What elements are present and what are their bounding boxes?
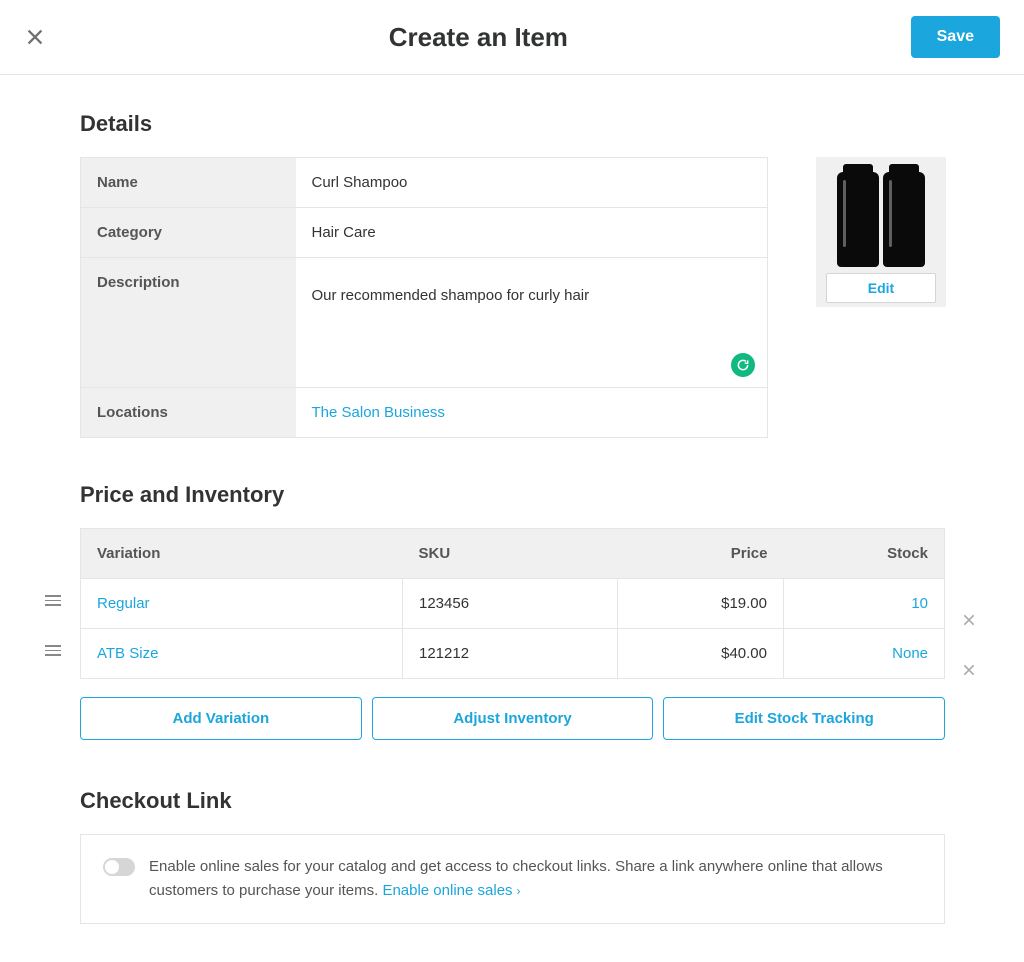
item-image — [826, 167, 936, 267]
price-cell[interactable]: $40.00 — [618, 629, 784, 679]
price-inventory-section: Price and Inventory Variation SKU Price … — [80, 482, 976, 740]
details-section: Details Name Category Description — [80, 111, 976, 438]
save-button[interactable]: Save — [911, 16, 1000, 58]
table-row: Regular 123456 $19.00 10 — [81, 579, 945, 629]
item-image-card: Edit — [816, 157, 946, 307]
table-row: ATB Size 121212 $40.00 None — [81, 629, 945, 679]
checkout-section: Checkout Link Enable online sales for yo… — [80, 788, 976, 924]
price-inventory-heading: Price and Inventory — [80, 482, 976, 508]
stock-link[interactable]: 10 — [911, 595, 928, 612]
enable-online-sales-link[interactable]: Enable online sales› — [382, 882, 520, 899]
adjust-inventory-button[interactable]: Adjust Inventory — [372, 697, 654, 740]
variation-table: Variation SKU Price Stock Regular 123456… — [80, 528, 945, 679]
variation-link[interactable]: ATB Size — [97, 645, 158, 662]
sku-cell[interactable]: 121212 — [403, 629, 618, 679]
close-icon[interactable] — [24, 26, 46, 48]
sku-cell[interactable]: 123456 — [403, 579, 618, 629]
label-locations: Locations — [81, 388, 296, 438]
online-sales-toggle[interactable] — [103, 858, 135, 876]
description-field[interactable] — [312, 287, 752, 355]
variation-link[interactable]: Regular — [97, 595, 150, 612]
stock-link[interactable]: None — [892, 645, 928, 662]
col-variation: Variation — [81, 529, 403, 579]
details-table: Name Category Description — [80, 157, 768, 438]
checkout-text: Enable online sales for your catalog and… — [149, 855, 922, 903]
checkout-box: Enable online sales for your catalog and… — [80, 834, 945, 924]
page-title: Create an Item — [46, 22, 911, 53]
price-cell[interactable]: $19.00 — [618, 579, 784, 629]
drag-handle-icon[interactable] — [45, 595, 65, 606]
delete-row-icon[interactable] — [961, 662, 977, 682]
edit-image-button[interactable]: Edit — [826, 273, 936, 303]
category-field[interactable] — [312, 224, 752, 241]
grammarly-icon[interactable] — [731, 353, 755, 377]
label-category: Category — [81, 208, 296, 258]
add-variation-button[interactable]: Add Variation — [80, 697, 362, 740]
col-sku: SKU — [403, 529, 618, 579]
name-field[interactable] — [312, 174, 752, 191]
page-header: Create an Item Save — [0, 0, 1024, 75]
locations-link[interactable]: The Salon Business — [312, 404, 445, 421]
label-name: Name — [81, 158, 296, 208]
delete-row-icon[interactable] — [961, 612, 977, 632]
edit-stock-tracking-button[interactable]: Edit Stock Tracking — [663, 697, 945, 740]
chevron-right-icon: › — [517, 884, 521, 898]
label-description: Description — [81, 258, 296, 388]
checkout-heading: Checkout Link — [80, 788, 976, 814]
drag-handle-icon[interactable] — [45, 645, 65, 656]
details-heading: Details — [80, 111, 976, 137]
col-stock: Stock — [784, 529, 945, 579]
col-price: Price — [618, 529, 784, 579]
